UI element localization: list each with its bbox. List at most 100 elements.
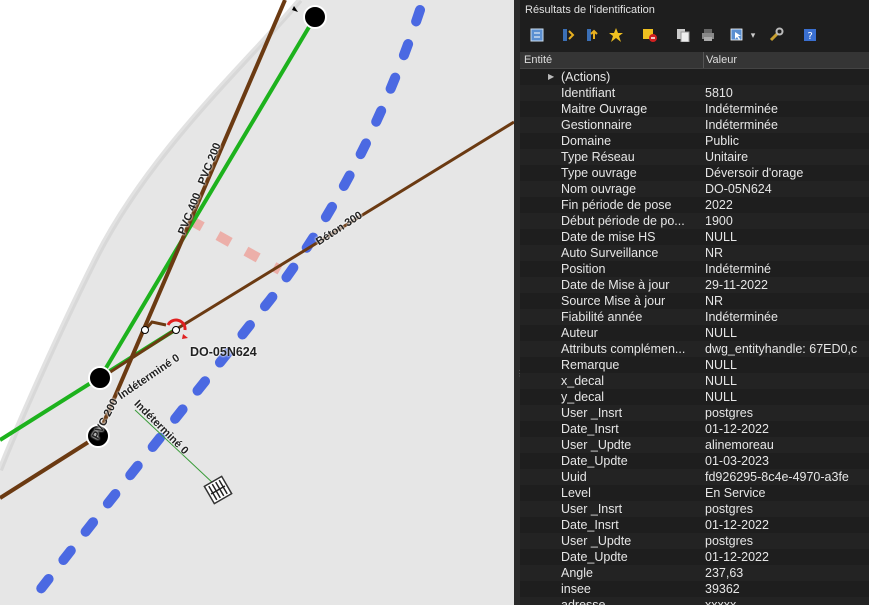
attribute-row[interactable]: User _Insrt postgres xyxy=(520,501,869,517)
splitter-grip-icon[interactable]: ⋮ xyxy=(516,370,524,386)
column-header-entity[interactable]: Entité xyxy=(524,54,552,66)
attribute-value: Indéterminée xyxy=(705,102,778,116)
attribute-row[interactable]: Uuid fd926295-8c4e-4970-a3fe xyxy=(520,469,869,485)
highlight-icon[interactable] xyxy=(608,27,624,43)
svg-text:?: ? xyxy=(808,31,813,42)
attribute-row[interactable]: Source Mise à jour NR xyxy=(520,293,869,309)
attribute-name: Level xyxy=(561,486,591,500)
attribute-row[interactable]: Type ouvrage Déversoir d'orage xyxy=(520,165,869,181)
collapse-tree-icon[interactable] xyxy=(560,27,576,43)
results-table-body: ▶ (Actions) Identifiant 5810 Maitre Ouvrag… xyxy=(520,69,869,605)
attribute-value: Déversoir d'orage xyxy=(705,166,804,180)
attribute-name: x_decal xyxy=(561,374,605,388)
attribute-row[interactable]: Nom ouvrage DO-05N624 xyxy=(520,181,869,197)
attribute-value: NR xyxy=(705,246,724,260)
settings-icon[interactable] xyxy=(768,27,784,43)
attribute-row[interactable]: Auto Surveillance NR xyxy=(520,245,869,261)
attribute-name: Gestionnaire xyxy=(561,118,632,132)
attribute-name: Attributs complémen... xyxy=(561,342,686,356)
attribute-row[interactable]: User _Updte alinemoreau xyxy=(520,437,869,453)
actions-row[interactable]: ▶ (Actions) xyxy=(520,69,869,85)
attribute-row[interactable]: User _Insrt postgres xyxy=(520,405,869,421)
attribute-value: alinemoreau xyxy=(705,438,774,452)
attribute-row[interactable]: Attributs complémen... dwg_entityhandle: … xyxy=(520,341,869,357)
attribute-row[interactable]: Date_Insrt 01-12-2022 xyxy=(520,421,869,437)
map-canvas[interactable]: PVC 400 PVC 200 Béton 300 Indéterminé 0 … xyxy=(0,0,514,605)
attribute-row[interactable]: Remarque NULL xyxy=(520,357,869,373)
attribute-row[interactable]: Fiabilité année Indéterminée xyxy=(520,309,869,325)
panel-toolbar: ▾ ? xyxy=(520,22,869,50)
manhole-node[interactable] xyxy=(303,5,327,29)
red-dashed-line xyxy=(187,215,283,275)
attribute-row[interactable]: Maitre Ouvrage Indéterminée xyxy=(520,101,869,117)
expand-arrow-icon[interactable]: ▶ xyxy=(548,69,554,85)
attribute-row[interactable]: Level En Service xyxy=(520,485,869,501)
results-table-header: Entité Valeur xyxy=(520,52,869,69)
attribute-row[interactable]: Fin période de pose 2022 xyxy=(520,197,869,213)
attribute-value: dwg_entityhandle: 67ED0,c xyxy=(705,342,858,356)
manhole-node[interactable] xyxy=(88,366,112,390)
attribute-row[interactable]: x_decal NULL xyxy=(520,373,869,389)
help-icon[interactable]: ? xyxy=(802,27,818,43)
attribute-value: Indéterminée xyxy=(705,118,778,132)
attribute-name: Angle xyxy=(561,566,593,580)
grate-icon[interactable] xyxy=(203,475,233,505)
actions-label: (Actions) xyxy=(561,70,611,84)
attribute-row[interactable]: Position Indéterminé xyxy=(520,261,869,277)
attribute-row[interactable]: Date de Mise à jour 29-11-2022 xyxy=(520,277,869,293)
attribute-name: Maitre Ouvrage xyxy=(561,102,648,116)
map-layers xyxy=(0,0,514,595)
attribute-row[interactable]: insee 39362 xyxy=(520,581,869,597)
attribute-name: Domaine xyxy=(561,134,612,148)
attribute-row[interactable]: Début période de po... 1900 xyxy=(520,213,869,229)
attribute-name: Date_Insrt xyxy=(561,518,619,532)
attribute-name: Date_Updte xyxy=(561,454,628,468)
label-do-name: DO-05N624 xyxy=(190,345,257,359)
attribute-name: Remarque xyxy=(561,358,620,372)
attribute-row[interactable]: Date_Updte 01-12-2022 xyxy=(520,549,869,565)
attribute-row[interactable]: User _Updte postgres xyxy=(520,533,869,549)
attribute-row[interactable]: Domaine Public xyxy=(520,133,869,149)
print-icon[interactable] xyxy=(700,27,716,43)
attribute-name: Date de Mise à jour xyxy=(561,278,670,292)
expand-tree-icon[interactable] xyxy=(529,27,545,43)
attribute-value: 237,63 xyxy=(705,566,744,580)
identify-mode-icon[interactable] xyxy=(730,27,746,43)
attribute-name: User _Updte xyxy=(561,534,632,548)
attribute-value: Indéterminé xyxy=(705,262,772,276)
vertex-node[interactable] xyxy=(172,326,180,334)
attribute-row[interactable]: Auteur NULL xyxy=(520,325,869,341)
clear-results-icon[interactable] xyxy=(642,27,658,43)
attribute-name: User _Insrt xyxy=(561,406,623,420)
brown-pipe-2[interactable] xyxy=(0,434,100,500)
attribute-row[interactable]: y_decal NULL xyxy=(520,389,869,405)
attribute-row[interactable]: Gestionnaire Indéterminée xyxy=(520,117,869,133)
identify-results-panel: Résultats de l'identification ▾ ? Entité… xyxy=(520,0,869,605)
attribute-name: Source Mise à jour xyxy=(561,294,666,308)
attribute-name: Nom ouvrage xyxy=(561,182,637,196)
attribute-row[interactable]: Type Réseau Unitaire xyxy=(520,149,869,165)
attribute-name: Type Réseau xyxy=(561,150,635,164)
attribute-row[interactable]: Angle 237,63 xyxy=(520,565,869,581)
attribute-value: Indéterminée xyxy=(705,310,778,324)
attribute-value: Unitaire xyxy=(705,150,749,164)
attribute-name: Identifiant xyxy=(561,86,616,100)
expand-new-icon[interactable] xyxy=(584,27,600,43)
attribute-row[interactable]: adresse xxxxx xyxy=(520,597,869,605)
attribute-value: NULL xyxy=(705,326,737,340)
attribute-name: Uuid xyxy=(561,470,587,484)
attribute-row[interactable]: Identifiant 5810 xyxy=(520,85,869,101)
attribute-value: NULL xyxy=(705,374,737,388)
attribute-row[interactable]: Date_Updte 01-03-2023 xyxy=(520,453,869,469)
attribute-value: postgres xyxy=(705,502,753,516)
attribute-value: 39362 xyxy=(705,582,740,596)
attribute-value: 01-12-2022 xyxy=(705,422,769,436)
attribute-name: Type ouvrage xyxy=(561,166,637,180)
attribute-value: En Service xyxy=(705,486,766,500)
column-header-value[interactable]: Valeur xyxy=(703,52,737,68)
chevron-down-icon[interactable]: ▾ xyxy=(748,27,758,43)
attribute-row[interactable]: Date de mise HS NULL xyxy=(520,229,869,245)
attribute-row[interactable]: Date_Insrt 01-12-2022 xyxy=(520,517,869,533)
copy-icon[interactable] xyxy=(675,27,691,43)
vertex-node[interactable] xyxy=(141,326,149,334)
